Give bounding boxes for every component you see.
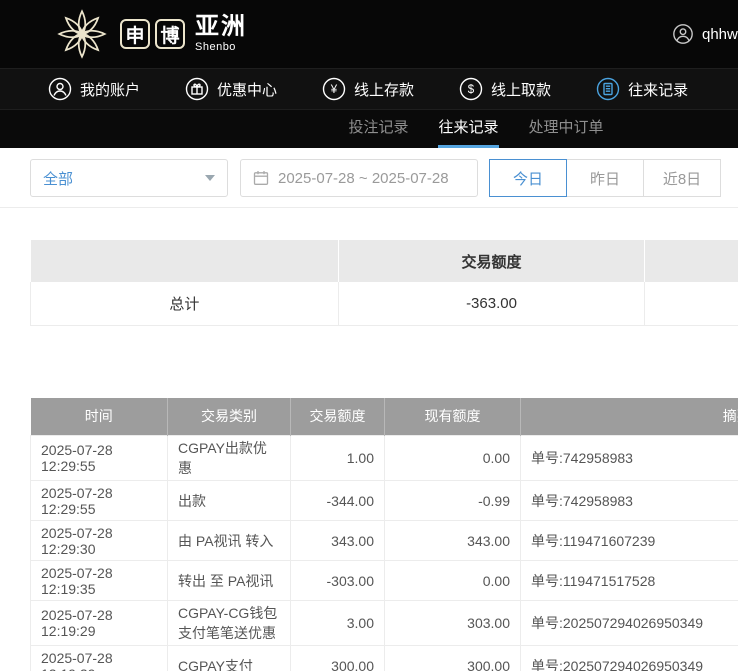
summary-total-value: -363.00 — [338, 282, 645, 325]
main-nav: 我的账户 优惠中心 ¥ 线上存款 — [0, 68, 738, 110]
top-header: 申 博 亚洲 Shenbo qhhw — [0, 0, 738, 68]
brand-subtitle: Shenbo — [195, 42, 247, 53]
table-header-row: 时间 交易类别 交易额度 现有额度 摘要 — [31, 398, 738, 436]
last8days-button[interactable]: 近8日 — [643, 159, 721, 197]
cell-summary: 单号:742958983 — [521, 481, 738, 521]
summary-table: 交易额度 总计 -363.00 — [30, 240, 738, 326]
nav-item-promotions[interactable]: 优惠中心 — [185, 77, 277, 101]
brand-logo[interactable]: 申 博 亚洲 Shenbo — [54, 6, 247, 62]
brand-char-1: 申 — [120, 19, 150, 49]
cell-amount: -344.00 — [291, 481, 385, 521]
records-icon — [596, 77, 620, 101]
tab-bet-records[interactable]: 投注记录 — [348, 110, 408, 148]
nav-item-my-account[interactable]: 我的账户 — [48, 77, 140, 101]
table-row: 2025-07-28 12:29:30 由 PA视讯 转入 343.00 343… — [31, 521, 738, 561]
gift-icon — [185, 77, 209, 101]
cell-balance: 0.00 — [385, 561, 521, 601]
cell-amount: 3.00 — [291, 601, 385, 646]
col-balance: 现有额度 — [385, 398, 521, 436]
deposit-coin-icon: ¥ — [322, 77, 346, 101]
user-icon — [48, 77, 72, 101]
cell-type: CGPAY支付 — [168, 646, 291, 671]
cell-amount: 1.00 — [291, 436, 385, 481]
type-select-value: 全部 — [43, 168, 73, 189]
calendar-icon — [253, 170, 269, 186]
cell-type: 转出 至 PA视讯 — [168, 561, 291, 601]
nav-item-records[interactable]: 往来记录 — [596, 77, 688, 101]
table-row: 2025-07-28 12:29:55 出款 -344.00 -0.99 单号:… — [31, 481, 738, 521]
nav-item-withdraw[interactable]: $ 线上取款 — [459, 77, 551, 101]
summary-total-row: 总计 -363.00 — [31, 282, 738, 325]
cell-type: 出款 — [168, 481, 291, 521]
table-row: 2025-07-28 12:29:55 CGPAY出款优惠 1.00 0.00 … — [31, 436, 738, 481]
cell-time: 2025-07-28 12:19:29 — [31, 646, 168, 671]
cell-type: CGPAY-CG钱包支付笔笔送优惠 — [168, 601, 291, 646]
cell-amount: -303.00 — [291, 561, 385, 601]
cell-summary: 单号:119471607239 — [521, 521, 738, 561]
nav-label: 我的账户 — [80, 79, 140, 100]
cell-amount: 300.00 — [291, 646, 385, 671]
chevron-down-icon — [205, 175, 215, 181]
cell-balance: 0.00 — [385, 436, 521, 481]
cell-summary: 单号:119471517528 — [521, 561, 738, 601]
cell-balance: -0.99 — [385, 481, 521, 521]
records-table: 时间 交易类别 交易额度 现有额度 摘要 2025-07-28 12:29:55… — [30, 398, 738, 671]
nav-label: 优惠中心 — [217, 79, 277, 100]
type-select[interactable]: 全部 — [30, 159, 228, 197]
cell-balance: 343.00 — [385, 521, 521, 561]
yesterday-button[interactable]: 昨日 — [566, 159, 644, 197]
svg-text:$: $ — [468, 84, 475, 96]
cell-amount: 343.00 — [291, 521, 385, 561]
cell-summary: 单号:202507294026950349 — [521, 646, 738, 671]
cell-type: 由 PA视讯 转入 — [168, 521, 291, 561]
cell-time: 2025-07-28 12:19:35 — [31, 561, 168, 601]
nav-label: 线上存款 — [354, 79, 414, 100]
table-row: 2025-07-28 12:19:29 CGPAY支付 300.00 300.0… — [31, 646, 738, 671]
cell-type: CGPAY出款优惠 — [168, 436, 291, 481]
withdraw-coin-icon: $ — [459, 77, 483, 101]
date-range-value: 2025-07-28 ~ 2025-07-28 — [278, 170, 449, 187]
table-row: 2025-07-28 12:19:29 CGPAY-CG钱包支付笔笔送优惠 3.… — [31, 601, 738, 646]
summary-header-spacer — [645, 240, 738, 282]
nav-label: 往来记录 — [628, 79, 688, 100]
user-avatar-icon — [672, 23, 694, 45]
user-account[interactable]: qhhw — [672, 0, 738, 68]
lotus-flower-icon — [54, 6, 110, 62]
viewport: 申 博 亚洲 Shenbo qhhw — [0, 0, 738, 671]
summary-header-row: 交易额度 — [31, 240, 738, 282]
cell-time: 2025-07-28 12:29:55 — [31, 436, 168, 481]
today-button[interactable]: 今日 — [489, 159, 567, 197]
nav-label: 线上取款 — [491, 79, 551, 100]
tab-transaction-records[interactable]: 往来记录 — [438, 110, 498, 148]
user-name: qhhw — [702, 26, 738, 43]
cell-time: 2025-07-28 12:29:55 — [31, 481, 168, 521]
nav-item-deposit[interactable]: ¥ 线上存款 — [322, 77, 414, 101]
col-summary: 摘要 — [521, 398, 738, 436]
col-time: 时间 — [31, 398, 168, 436]
cell-time: 2025-07-28 12:19:29 — [31, 601, 168, 646]
brand-text: 亚洲 Shenbo — [195, 15, 247, 53]
cell-balance: 303.00 — [385, 601, 521, 646]
col-type: 交易类别 — [168, 398, 291, 436]
summary-header-spacer — [31, 240, 339, 282]
col-amount: 交易额度 — [291, 398, 385, 436]
summary-total-label: 总计 — [31, 282, 339, 325]
cell-balance: 300.00 — [385, 646, 521, 671]
page: 申 博 亚洲 Shenbo qhhw — [0, 0, 738, 671]
date-range-picker[interactable]: 2025-07-28 ~ 2025-07-28 — [240, 159, 478, 197]
quick-range-buttons: 今日 昨日 近8日 — [490, 159, 721, 207]
cell-summary: 单号:202507294026950349 — [521, 601, 738, 646]
brand-char-2: 博 — [155, 19, 185, 49]
summary-total-spacer — [645, 282, 738, 325]
cell-summary: 单号:742958983 — [521, 436, 738, 481]
cell-time: 2025-07-28 12:29:30 — [31, 521, 168, 561]
sub-nav: 投注记录 往来记录 处理中订单 — [0, 110, 738, 148]
filter-bar: 全部 2025-07-28 ~ 2025-07-28 今日 昨日 近8日 — [0, 148, 738, 208]
table-row: 2025-07-28 12:19:35 转出 至 PA视讯 -303.00 0.… — [31, 561, 738, 601]
tab-pending-orders[interactable]: 处理中订单 — [529, 110, 604, 148]
summary-header-amount: 交易额度 — [338, 240, 645, 282]
svg-text:¥: ¥ — [330, 84, 338, 96]
brand-region: 亚洲 — [195, 15, 247, 39]
